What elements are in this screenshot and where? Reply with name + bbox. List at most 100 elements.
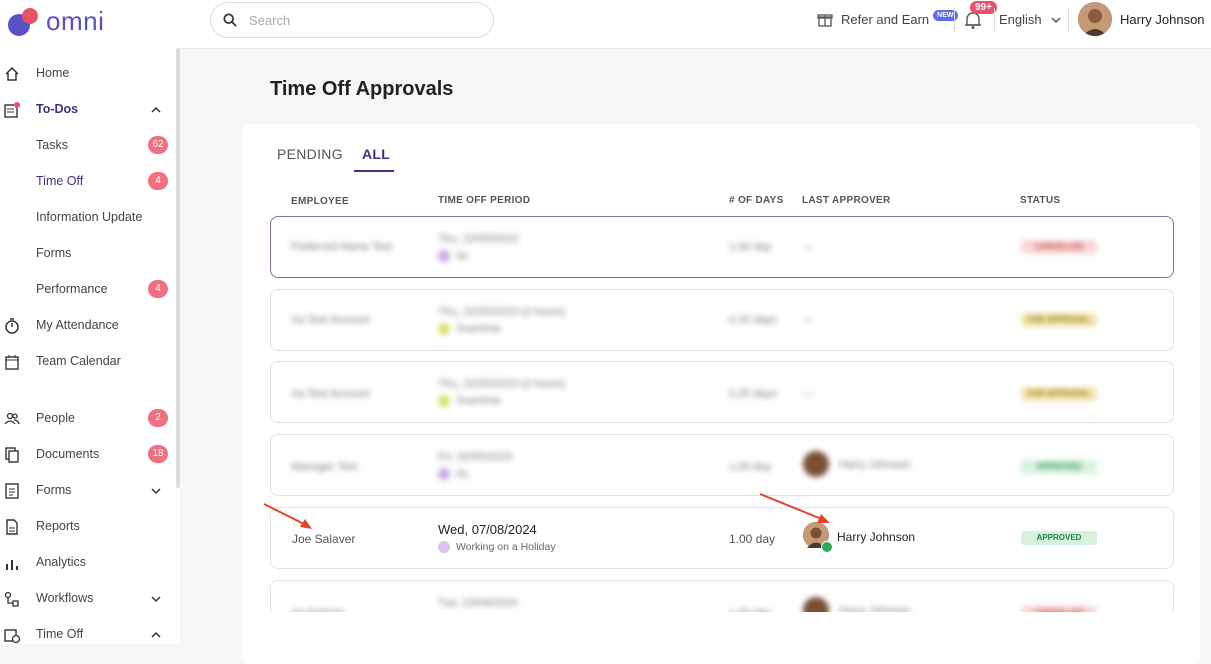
sidebar-item-label: People: [36, 411, 75, 425]
tab-all[interactable]: ALL: [362, 146, 390, 162]
count-badge: 4: [148, 172, 168, 190]
annotation-arrow-icon: [263, 503, 312, 529]
documents-icon: [5, 447, 19, 463]
language-selector[interactable]: English: [999, 12, 1062, 27]
approved-check-icon: [821, 541, 833, 553]
last-approver: —: [803, 241, 814, 253]
stopwatch-icon: [5, 318, 19, 334]
sidebar-item-documents[interactable]: Documents 18: [0, 437, 176, 473]
sidebar-item-performance[interactable]: Performance 4: [0, 272, 176, 308]
count-badge: 2: [148, 409, 168, 427]
time-off-type: Working on a Holiday: [438, 541, 556, 554]
sidebar-item-forms[interactable]: Forms: [0, 473, 176, 509]
sidebar-item-time-off[interactable]: Time Off 4: [0, 164, 176, 200]
count-badge: 18: [148, 445, 168, 463]
gift-icon: [817, 14, 833, 27]
sidebar-item-label: Workflows: [36, 591, 94, 605]
refer-and-earn-link[interactable]: Refer and Earn NEW: [817, 9, 958, 27]
analytics-icon: [6, 560, 18, 570]
last-approver: —: [803, 388, 814, 400]
sidebar-item-people[interactable]: People 2: [0, 401, 176, 437]
count-badge: 62: [148, 136, 168, 154]
count-badge: 4: [148, 280, 168, 298]
sidebar-item-label: Reports: [36, 519, 80, 533]
column-header-days[interactable]: # OF DAYS: [729, 195, 784, 206]
sidebar-item-workflows[interactable]: Workflows: [0, 581, 176, 617]
table-row[interactable]: Preferred Name Test Thu, 22/05/2023 AL 1…: [270, 216, 1174, 278]
logo-text: omni: [46, 5, 105, 36]
sidebar-item-label: Time Off: [36, 174, 84, 188]
user-avatar[interactable]: [1078, 2, 1112, 36]
tab-pending[interactable]: PENDING: [277, 146, 343, 162]
column-header-last-approver[interactable]: LAST APPROVER: [802, 195, 891, 206]
time-off-type: AL: [438, 250, 469, 263]
active-tab-indicator: [354, 170, 394, 172]
refer-label: Refer and Earn: [841, 11, 930, 27]
employee-name: Xa Test Account: [291, 314, 370, 326]
user-name[interactable]: Harry Johnson: [1120, 12, 1205, 27]
table-row[interactable]: Xa Test Account Thu, 22/05/2023 (2 hours…: [270, 361, 1174, 423]
days-count: 1.00 day: [729, 532, 776, 546]
sidebar-scrollbar[interactable]: [176, 48, 180, 488]
sidebar-item-label: Forms: [36, 246, 72, 260]
sidebar-item-reports[interactable]: Reports: [0, 509, 176, 545]
chevron-up-icon: [151, 631, 161, 638]
divider: [954, 8, 955, 32]
sidebar-item-label: Analytics: [36, 555, 87, 569]
page-title: Time Off Approvals: [270, 78, 454, 100]
sidebar-item-analytics[interactable]: Analytics: [0, 545, 176, 581]
sidebar-item-label: Performance: [36, 282, 108, 296]
status-badge: FOR APPROVAL: [1021, 387, 1097, 401]
last-approver: Harry Johnson: [837, 530, 916, 544]
calendar-icon: [5, 355, 19, 370]
table-row[interactable]: Joe Salaver Wed, 07/08/2024 Working on a…: [270, 507, 1174, 569]
notification-count-badge: 99+: [970, 1, 997, 14]
logo-mark-icon: [8, 6, 42, 36]
top-bar: omni Refer and Earn NEW 99+ English Harr…: [0, 0, 1211, 49]
home-icon: [5, 66, 19, 81]
language-label: English: [999, 12, 1042, 27]
status-badge: CANCELLED: [1021, 240, 1097, 254]
omni-logo[interactable]: omni: [8, 6, 104, 36]
chevron-down-icon: [1051, 16, 1061, 23]
sidebar-item-information-update[interactable]: Information Update: [0, 200, 176, 236]
chevron-up-icon: [151, 106, 161, 113]
time-off-type: Overtime: [438, 323, 501, 336]
search-input[interactable]: [247, 11, 471, 29]
sidebar-item-label: Tasks: [36, 138, 68, 152]
last-approver: Harry Johnson: [839, 459, 911, 471]
employee-name: Xa Test Account: [291, 388, 370, 400]
time-off-date: Thu, 22/05/2023: [438, 233, 519, 245]
sidebar-item-label: Team Calendar: [36, 354, 121, 368]
sidebar-item-forms-sub[interactable]: Forms: [0, 236, 176, 272]
sidebar-item-my-attendance[interactable]: My Attendance: [0, 308, 176, 344]
days-count: 1.00 day: [729, 241, 772, 253]
table-row[interactable]: Manager Test Fri, 02/05/2023 AL 1.00 day…: [270, 434, 1174, 496]
chevron-down-icon: [151, 488, 161, 495]
sidebar-item-label: Home: [36, 66, 70, 80]
column-header-time-off-period[interactable]: TIME OFF PERIOD: [438, 195, 530, 206]
sidebar-item-team-calendar[interactable]: Team Calendar: [0, 344, 176, 380]
employee-name: Manager Test: [291, 461, 358, 473]
employee-name: Preferred Name Test: [291, 241, 393, 253]
chevron-down-icon: [151, 596, 161, 603]
sidebar-item-label: My Attendance: [36, 318, 119, 332]
time-off-date: Tue, 23/04/2024: [438, 597, 518, 609]
column-header-employee[interactable]: EMPLOYEE: [291, 196, 349, 207]
column-header-status[interactable]: STATUS: [1020, 195, 1060, 206]
sidebar-item-label: Forms: [36, 483, 72, 497]
divider: [994, 8, 995, 32]
status-badge: APPROVED: [1021, 460, 1097, 474]
search-box[interactable]: [210, 2, 494, 38]
todo-icon: [4, 102, 20, 118]
search-icon: [223, 13, 237, 27]
sidebar-item-home[interactable]: Home: [0, 56, 176, 92]
sidebar: Home To-Dos Tasks 62 Time Off 4 Informat…: [0, 48, 180, 644]
sidebar-item-time-off-group[interactable]: Time Off: [0, 617, 176, 653]
sidebar-item-tasks[interactable]: Tasks 62: [0, 128, 176, 164]
sidebar-item-todos[interactable]: To-Dos: [0, 92, 176, 128]
time-off-date: Fri, 02/05/2023: [438, 451, 512, 463]
time-off-date: Wed, 07/08/2024: [438, 522, 537, 537]
days-count: 0.25 days: [729, 314, 777, 326]
table-row[interactable]: Xa Test Account Thu, 22/05/2023 (2 hours…: [270, 289, 1174, 351]
